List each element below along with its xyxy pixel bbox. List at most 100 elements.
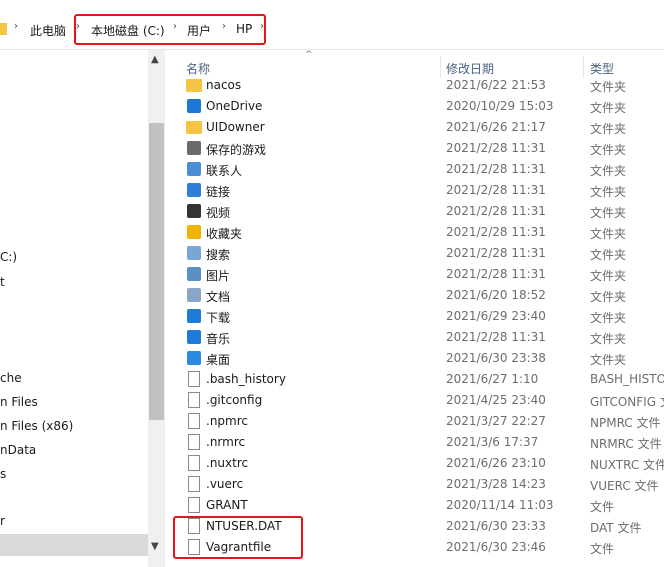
file-type: 文件夹 bbox=[590, 227, 627, 241]
scroll-thumb[interactable] bbox=[149, 123, 164, 420]
file-type: 文件夹 bbox=[590, 122, 627, 136]
star-icon bbox=[187, 225, 201, 239]
table-row[interactable]: 音乐 2021/2/28 11:31 文件夹 bbox=[172, 326, 664, 347]
table-row[interactable]: 联系人 2021/2/28 11:31 文件夹 bbox=[172, 158, 664, 179]
file-type: 文件夹 bbox=[590, 311, 627, 325]
file-type: NUXTRC 文件 bbox=[590, 458, 664, 472]
table-row[interactable]: 搜索 2021/2/28 11:31 文件夹 bbox=[172, 242, 664, 263]
file-type: 文件夹 bbox=[590, 332, 627, 346]
nav-item[interactable]: t bbox=[0, 275, 5, 289]
table-row[interactable]: UIDowner 2021/6/26 21:17 文件夹 bbox=[172, 116, 664, 137]
file-date: 2021/6/29 23:40 bbox=[446, 309, 546, 323]
file-type: 文件夹 bbox=[590, 353, 627, 367]
file-name: .nuxtrc bbox=[206, 456, 249, 470]
nav-scrollbar[interactable]: ▲ ▼ bbox=[148, 50, 165, 567]
table-row[interactable]: 保存的游戏 2021/2/28 11:31 文件夹 bbox=[172, 137, 664, 158]
file-date: 2021/2/28 11:31 bbox=[446, 330, 546, 344]
table-row[interactable]: .bash_history 2021/6/27 1:10 BASH_HISTO bbox=[172, 368, 664, 389]
file-icon bbox=[188, 392, 200, 408]
nav-item[interactable]: che bbox=[0, 371, 22, 385]
picture-icon bbox=[187, 267, 201, 281]
file-date: 2021/2/28 11:31 bbox=[446, 183, 546, 197]
file-name: 保存的游戏 bbox=[206, 143, 267, 157]
file-date: 2021/6/20 18:52 bbox=[446, 288, 546, 302]
contacts-icon bbox=[187, 162, 201, 176]
nav-item[interactable]: r bbox=[0, 514, 5, 528]
file-name: .gitconfig bbox=[206, 393, 263, 407]
file-name: .npmrc bbox=[206, 414, 248, 428]
file-date: 2021/6/26 23:10 bbox=[446, 456, 546, 470]
file-date: 2021/3/6 17:37 bbox=[446, 435, 539, 449]
link-arrow-icon bbox=[187, 183, 201, 197]
download-icon bbox=[187, 309, 201, 323]
file-name: 桌面 bbox=[206, 353, 231, 367]
folder-icon bbox=[186, 121, 202, 134]
desktop-icon bbox=[187, 351, 201, 365]
table-row[interactable]: 收藏夹 2021/2/28 11:31 文件夹 bbox=[172, 221, 664, 242]
file-type: 文件夹 bbox=[590, 143, 627, 157]
sort-up-icon: ^ bbox=[305, 50, 313, 60]
file-date: 2021/2/28 11:31 bbox=[446, 267, 546, 281]
scroll-down-icon[interactable]: ▼ bbox=[151, 541, 159, 552]
file-name: nacos bbox=[206, 78, 242, 92]
search-icon bbox=[187, 246, 201, 260]
table-row[interactable]: 链接 2021/2/28 11:31 文件夹 bbox=[172, 179, 664, 200]
file-type: 文件 bbox=[590, 542, 615, 556]
nav-item[interactable]: n Files (x86) bbox=[0, 419, 73, 433]
file-date: 2021/2/28 11:31 bbox=[446, 141, 546, 155]
file-type: VUERC 文件 bbox=[590, 479, 659, 493]
nav-item[interactable]: s bbox=[0, 467, 6, 481]
chevron-right-icon: › bbox=[14, 21, 18, 32]
document-icon bbox=[187, 288, 201, 302]
file-name: 收藏夹 bbox=[206, 227, 243, 241]
file-date: 2021/6/30 23:38 bbox=[446, 351, 546, 365]
file-icon bbox=[188, 434, 200, 450]
table-row[interactable]: .vuerc 2021/3/28 14:23 VUERC 文件 bbox=[172, 473, 664, 494]
file-type: 文件夹 bbox=[590, 206, 627, 220]
table-row[interactable]: 视频 2021/2/28 11:31 文件夹 bbox=[172, 200, 664, 221]
table-row[interactable]: 下载 2021/6/29 23:40 文件夹 bbox=[172, 305, 664, 326]
scroll-up-icon[interactable]: ▲ bbox=[151, 54, 159, 65]
file-date: 2020/10/29 15:03 bbox=[446, 99, 554, 113]
table-row[interactable]: OneDrive 2020/10/29 15:03 文件夹 bbox=[172, 95, 664, 116]
address-bar[interactable]: › 此电脑 › 本地磁盘 (C:) › 用户 › HP › bbox=[0, 12, 664, 50]
file-type: 文件夹 bbox=[590, 248, 627, 262]
table-row[interactable]: .nuxtrc 2021/6/26 23:10 NUXTRC 文件 bbox=[172, 452, 664, 473]
navigation-pane: C:) t che n Files n Files (x86) nData s … bbox=[0, 50, 148, 567]
table-row[interactable]: 图片 2021/2/28 11:31 文件夹 bbox=[172, 263, 664, 284]
file-name: .bash_history bbox=[206, 372, 286, 386]
file-icon bbox=[188, 497, 200, 513]
top-strip bbox=[0, 0, 664, 12]
file-type: DAT 文件 bbox=[590, 521, 642, 535]
file-icon bbox=[188, 455, 200, 471]
table-row[interactable]: .nrmrc 2021/3/6 17:37 NRMRC 文件 bbox=[172, 431, 664, 452]
file-icon bbox=[188, 476, 200, 492]
file-name: 联系人 bbox=[206, 164, 243, 178]
file-name: 图片 bbox=[206, 269, 231, 283]
table-row[interactable]: 桌面 2021/6/30 23:38 文件夹 bbox=[172, 347, 664, 368]
breadcrumb-this-pc[interactable]: 此电脑 bbox=[30, 22, 66, 39]
nav-item[interactable]: C:) bbox=[0, 250, 17, 264]
file-date: 2021/2/28 11:31 bbox=[446, 204, 546, 218]
table-row[interactable]: .npmrc 2021/3/27 22:27 NPMRC 文件 bbox=[172, 410, 664, 431]
file-date: 2021/6/30 23:46 bbox=[446, 540, 546, 554]
file-date: 2021/2/28 11:31 bbox=[446, 225, 546, 239]
folder-icon bbox=[0, 23, 7, 35]
table-row[interactable]: .gitconfig 2021/4/25 23:40 GITCONFIG 文 bbox=[172, 389, 664, 410]
file-type: 文件夹 bbox=[590, 269, 627, 283]
nav-item[interactable]: nData bbox=[0, 443, 36, 457]
file-date: 2021/2/28 11:31 bbox=[446, 246, 546, 260]
file-type: 文件夹 bbox=[590, 80, 627, 94]
file-type: 文件 bbox=[590, 500, 615, 514]
file-name: OneDrive bbox=[206, 99, 263, 113]
file-type: 文件夹 bbox=[590, 164, 627, 178]
table-row[interactable]: GRANT 2020/11/14 11:03 文件 bbox=[172, 494, 664, 515]
file-date: 2021/3/28 14:23 bbox=[446, 477, 546, 491]
file-name: 视频 bbox=[206, 206, 231, 220]
table-row[interactable]: 文档 2021/6/20 18:52 文件夹 bbox=[172, 284, 664, 305]
table-row[interactable]: nacos 2021/6/22 21:53 文件夹 bbox=[172, 74, 664, 95]
file-name: 链接 bbox=[206, 185, 231, 199]
nav-item[interactable]: n Files bbox=[0, 395, 38, 409]
file-type: BASH_HISTO bbox=[590, 372, 664, 386]
nav-item-selected[interactable] bbox=[0, 534, 148, 556]
